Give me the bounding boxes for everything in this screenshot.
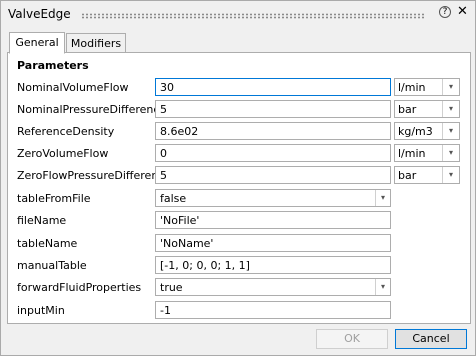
param-label: NominalPressureDifference — [17, 103, 167, 116]
chevron-down-icon: ▾ — [375, 190, 390, 206]
select-value: false — [160, 192, 187, 205]
tab-modifiers[interactable]: Modifiers — [66, 33, 126, 54]
unit-select-zero-flow-pressure-difference[interactable]: bar ▾ — [394, 166, 460, 184]
tab-general[interactable]: General — [9, 32, 65, 54]
chevron-down-icon: ▾ — [442, 123, 459, 139]
param-select-forward-fluid-properties[interactable]: true ▾ — [155, 278, 391, 296]
unit-select-zero-volume-flow[interactable]: l/min ▾ — [394, 144, 460, 162]
dialog-window: ValveEdge ? ✕ General Modifiers Paramete… — [0, 0, 476, 356]
param-label: tableFromFile — [17, 192, 91, 205]
param-input-table-name[interactable]: 'NoName' — [155, 234, 391, 252]
param-input-zero-flow-pressure-difference[interactable]: 5 — [155, 166, 391, 184]
unit-value: l/min — [398, 81, 426, 94]
select-value: true — [160, 281, 183, 294]
ok-button[interactable]: OK — [316, 329, 388, 349]
param-label: tableName — [17, 237, 78, 250]
param-input-nominal-volume-flow[interactable]: 30 — [155, 78, 391, 96]
title-bar[interactable]: ValveEdge ? ✕ — [1, 1, 475, 27]
section-title: Parameters — [17, 59, 89, 72]
param-label: manualTable — [17, 259, 87, 272]
chevron-down-icon: ▾ — [442, 167, 459, 183]
unit-select-nominal-pressure-difference[interactable]: bar ▾ — [394, 100, 460, 118]
param-input-file-name[interactable]: 'NoFile' — [155, 211, 391, 229]
param-label: NominalVolumeFlow — [17, 81, 129, 94]
chevron-down-icon: ▾ — [442, 79, 459, 95]
param-input-reference-density[interactable]: 8.6e02 — [155, 122, 391, 140]
param-label: ZeroFlowPressureDifference — [17, 169, 172, 182]
param-select-table-from-file[interactable]: false ▾ — [155, 189, 391, 207]
param-input-zero-volume-flow[interactable]: 0 — [155, 144, 391, 162]
unit-select-reference-density[interactable]: kg/m3 ▾ — [394, 122, 460, 140]
chevron-down-icon: ▾ — [375, 279, 390, 295]
window-title: ValveEdge — [8, 7, 71, 21]
unit-value: bar — [398, 169, 417, 182]
param-label: fileName — [17, 214, 67, 227]
param-label: inputMin — [17, 304, 65, 317]
unit-value: kg/m3 — [398, 125, 433, 138]
help-icon[interactable]: ? — [439, 6, 451, 18]
unit-value: bar — [398, 103, 417, 116]
param-label: ZeroVolumeFlow — [17, 147, 109, 160]
param-label: ReferenceDensity — [17, 125, 115, 138]
drag-grip[interactable] — [81, 13, 426, 19]
param-label: forwardFluidProperties — [17, 281, 142, 294]
unit-select-nominal-volume-flow[interactable]: l/min ▾ — [394, 78, 460, 96]
chevron-down-icon: ▾ — [442, 101, 459, 117]
param-input-manual-table[interactable]: [-1, 0; 0, 0; 1, 1] — [155, 256, 391, 274]
chevron-down-icon: ▾ — [442, 145, 459, 161]
unit-value: l/min — [398, 147, 426, 160]
param-input-input-min[interactable]: -1 — [155, 301, 391, 319]
cancel-button[interactable]: Cancel — [395, 329, 467, 349]
close-icon[interactable]: ✕ — [457, 4, 468, 19]
param-input-nominal-pressure-difference[interactable]: 5 — [155, 100, 391, 118]
